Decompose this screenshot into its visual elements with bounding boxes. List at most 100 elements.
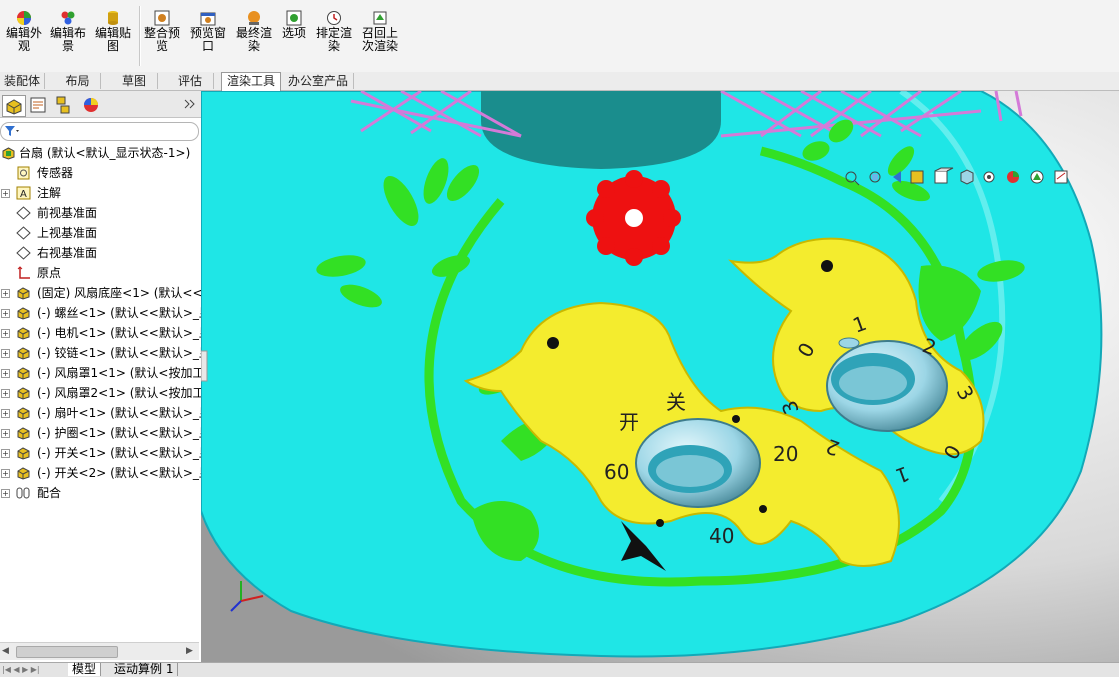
- tree-item-component[interactable]: + (-) 风扇罩1<1> (默认<按加工: [0, 363, 201, 383]
- expand-toggle[interactable]: +: [1, 309, 10, 318]
- hide-show-items-icon[interactable]: [983, 171, 995, 183]
- section-view-icon[interactable]: [910, 170, 924, 184]
- tree-item-mates[interactable]: + 配合: [0, 483, 201, 503]
- expand-toggle[interactable]: +: [1, 289, 10, 298]
- sensor-icon: [17, 166, 30, 180]
- view-settings-icon[interactable]: [1054, 170, 1068, 184]
- tree-item-component[interactable]: + (固定) 风扇底座<1> (默认<<默: [0, 283, 201, 303]
- zoom-area-icon[interactable]: [869, 171, 881, 183]
- preview-window-button[interactable]: 预览窗 口: [184, 8, 232, 53]
- button-label-line1: 编辑贴: [94, 26, 131, 40]
- scroll-thumb[interactable]: [16, 646, 118, 658]
- expand-toggle[interactable]: +: [1, 389, 10, 398]
- button-label-line2: 染: [247, 39, 260, 53]
- apply-scene-icon[interactable]: [1030, 170, 1044, 184]
- schedule-render-button[interactable]: 排定渲 染: [310, 8, 358, 53]
- graphics-viewport[interactable]: 开 关 60 20 40 0 1 2 3 3 2 1 0: [201, 91, 1119, 662]
- tree-item-label: 上视基准面: [37, 226, 98, 240]
- expand-toggle[interactable]: +: [1, 449, 10, 458]
- plane-icon: [16, 206, 31, 220]
- tab-assembly[interactable]: 装配体: [0, 73, 45, 89]
- filter-icon[interactable]: [4, 125, 20, 137]
- panel-tabs: [0, 91, 201, 118]
- view-orientation-icon[interactable]: [934, 167, 954, 184]
- tree-item-annotations[interactable]: + A 注解: [0, 183, 201, 203]
- expand-toggle[interactable]: +: [1, 329, 10, 338]
- expand-toggle[interactable]: +: [1, 409, 10, 418]
- tab-model[interactable]: 模型: [68, 663, 102, 676]
- tab-office-products[interactable]: 办公室产品: [283, 73, 354, 89]
- tree-item-label: 传感器: [37, 166, 74, 180]
- edit-appearance-button[interactable]: 编辑外 观: [0, 8, 48, 53]
- tab-evaluate[interactable]: 评估: [167, 73, 214, 89]
- tab-sketch[interactable]: 草图: [111, 73, 158, 89]
- switch-on-label: 开: [619, 410, 639, 434]
- part-icon: [17, 287, 30, 300]
- expand-toggle[interactable]: +: [1, 369, 10, 378]
- tree-item-label: (-) 风扇罩1<1> (默认<按加工: [37, 366, 201, 380]
- scroll-left-icon[interactable]: ◀: [2, 646, 12, 656]
- scroll-right-icon[interactable]: ▶: [186, 646, 196, 656]
- assembly-icon: [2, 147, 15, 160]
- button-label-line1: 整合预: [143, 26, 180, 40]
- tree-item-label: (-) 开关<2> (默认<<默认>_显: [37, 466, 201, 480]
- tree-item-label: 前视基准面: [37, 206, 98, 220]
- tree-item-label: 注解: [37, 186, 62, 200]
- red-flower: [586, 170, 681, 266]
- heads-up-view-toolbar: [841, 167, 1116, 187]
- tree-root[interactable]: 台扇 (默认<默认_显示状态-1>): [0, 143, 201, 163]
- integrated-preview-button[interactable]: 整合预 览: [138, 8, 186, 53]
- tree-item-component[interactable]: + (-) 开关<2> (默认<<默认>_显: [0, 463, 201, 483]
- button-label-line1: 编辑布: [49, 26, 86, 40]
- bird-dot: [656, 519, 664, 527]
- appearance-icon: [17, 11, 31, 25]
- zoom-to-fit-icon[interactable]: [845, 171, 860, 186]
- bird-eye: [547, 337, 559, 349]
- tree-item-component[interactable]: + (-) 风扇罩2<1> (默认<按加工: [0, 383, 201, 403]
- expand-panel-icon[interactable]: [184, 99, 196, 109]
- part-icon: [17, 407, 30, 420]
- tree-item-component[interactable]: + (-) 电机<1> (默认<<默认>_显: [0, 323, 201, 343]
- filter-field[interactable]: [0, 122, 199, 141]
- display-manager-tab-icon[interactable]: [80, 95, 102, 115]
- tree-item-front-plane[interactable]: 前视基准面: [0, 203, 201, 223]
- timer-mark: 20: [773, 442, 798, 466]
- panel-collapse-handle[interactable]: [201, 350, 208, 382]
- expand-toggle[interactable]: +: [1, 469, 10, 478]
- bottom-tabs-bar: |◀ ◀ ▶ ▶| 模型 运动算例 1: [0, 662, 1119, 677]
- edit-appearance-icon[interactable]: [1007, 171, 1019, 183]
- horizontal-scrollbar[interactable]: ◀ ▶: [0, 642, 199, 660]
- button-label-line1: 排定渲: [315, 26, 352, 40]
- expand-toggle[interactable]: +: [1, 489, 10, 498]
- tree-item-right-plane[interactable]: 右视基准面: [0, 243, 201, 263]
- decal-icon: [108, 11, 118, 25]
- bird-dot: [732, 415, 740, 423]
- expand-toggle[interactable]: +: [1, 429, 10, 438]
- previous-view-icon[interactable]: [893, 171, 901, 183]
- tab-layout[interactable]: 布局: [55, 73, 101, 89]
- configuration-manager-tab-icon[interactable]: [52, 95, 74, 115]
- tree-item-top-plane[interactable]: 上视基准面: [0, 223, 201, 243]
- expand-toggle[interactable]: +: [1, 349, 10, 358]
- expand-toggle[interactable]: +: [1, 189, 10, 198]
- edit-scene-button[interactable]: 编辑布 景: [44, 8, 92, 53]
- tree-item-component[interactable]: + (-) 扇叶<1> (默认<<默认>_显: [0, 403, 201, 423]
- tree-item-label: 右视基准面: [37, 246, 98, 260]
- clock-icon: [327, 11, 341, 25]
- tab-render-tools[interactable]: 渲染工具: [221, 72, 281, 91]
- tree-item-origin[interactable]: 原点: [0, 263, 201, 283]
- feature-tree-tab-icon[interactable]: [2, 95, 26, 117]
- tree-item-component[interactable]: + (-) 铰链<1> (默认<<默认>_显: [0, 343, 201, 363]
- tab-motion-study[interactable]: 运动算例 1: [110, 663, 179, 676]
- recall-last-render-button[interactable]: 召回上 次渲染: [356, 8, 404, 53]
- tree-item-component[interactable]: + (-) 护圈<1> (默认<<默认>_显: [0, 423, 201, 443]
- tree-item-component[interactable]: + (-) 开关<1> (默认<<默认>_显: [0, 443, 201, 463]
- display-style-icon[interactable]: [960, 169, 974, 185]
- property-manager-tab-icon[interactable]: [27, 95, 49, 115]
- tree-item-sensors[interactable]: 传感器: [0, 163, 201, 183]
- tree-item-component[interactable]: + (-) 螺丝<1> (默认<<默认>_显: [0, 303, 201, 323]
- edit-decal-button[interactable]: 编辑贴 图: [89, 8, 137, 53]
- tab-navigation-arrows[interactable]: |◀ ◀ ▶ ▶|: [2, 664, 62, 676]
- timer-knob: [635, 418, 761, 508]
- button-label-line2: 图: [106, 39, 119, 53]
